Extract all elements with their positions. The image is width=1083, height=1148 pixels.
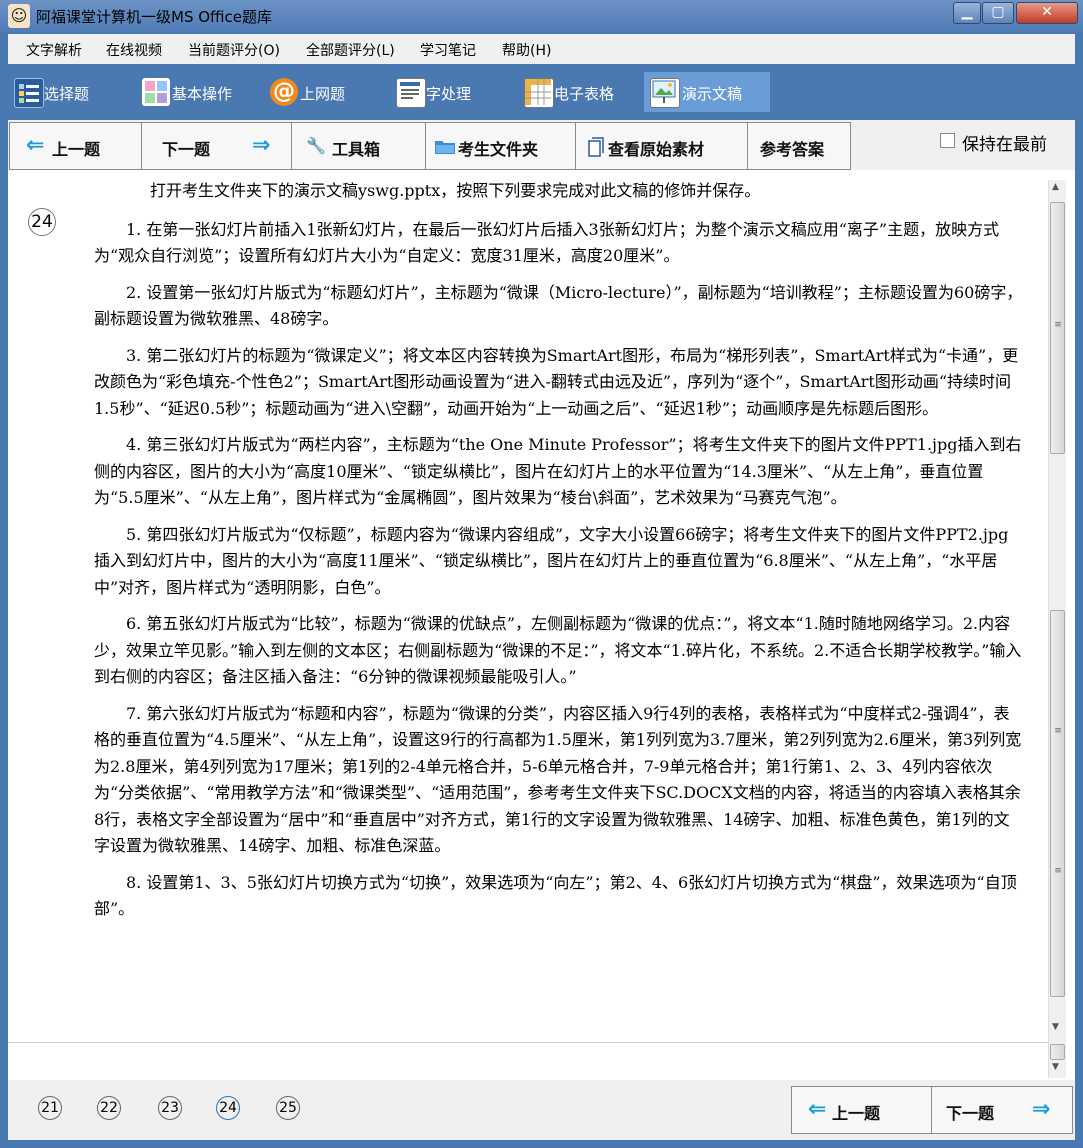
scroll-up-icon[interactable]: ▲ [1052, 182, 1059, 192]
question-step-7: 7. 第六张幻灯片版式为“标题和内容”，标题为“微课的分类”，内容区插入9行4列… [94, 703, 1022, 856]
question-panel: 24 打开考生文件夹下的演示文稿yswg.pptx，按照下列要求完成对此文稿的修… [8, 170, 1075, 1081]
tab-presentation-label: 演示文稿 [682, 85, 743, 103]
title-bar: ☺ 阿福课堂计算机一级MS Office题库 ▁ ▢ ✕ [0, 0, 1083, 32]
student-folder-button[interactable]: 考生文件夹 [425, 122, 577, 170]
keep-on-top-checkbox[interactable] [940, 133, 955, 148]
question-text: 打开考生文件夹下的演示文稿yswg.pptx，按照下列要求完成对此文稿的修饰并保… [94, 178, 1024, 933]
copy-icon [588, 137, 604, 161]
bottom-bar: 21 22 23 24 25 ⇐ 上一题 下一题 ⇒ [8, 1080, 1075, 1140]
bottom-next-button[interactable]: 下一题 ⇒ [931, 1086, 1073, 1134]
bottom-arrow-right-icon: ⇒ [1032, 1097, 1051, 1122]
bottom-arrow-left-icon: ⇐ [808, 1097, 827, 1122]
category-bar: 选择题 基本操作 @ 上网题 字处理 电子表格 演示文稿 [8, 64, 1075, 120]
upper-scroll-thumb-1[interactable]: ≡ [1050, 202, 1065, 454]
tab-basic-operation-label: 基本操作 [172, 85, 233, 103]
tab-choice[interactable]: 选择题 [10, 72, 120, 112]
menu-text-analysis[interactable]: 文字解析 [26, 40, 82, 60]
wrench-icon: 🔧 [306, 136, 326, 155]
scroll-down-icon[interactable]: ▼ [1052, 1022, 1059, 1032]
folder-icon [434, 137, 456, 159]
window-title: 阿福课堂计算机一级MS Office题库 [36, 8, 273, 26]
page-22[interactable]: 22 [97, 1096, 121, 1120]
upper-scroll-thumb-2[interactable]: ≡ ≡ [1050, 610, 1065, 997]
toolbar: ⇐ 上一题 下一题 ⇒ 🔧 工具箱 考生文件夹 查看原始素材 参考答案 保持在最… [8, 120, 1075, 170]
menu-score-all[interactable]: 全部题评分(L) [306, 40, 395, 60]
tab-internet[interactable]: @ 上网题 [266, 72, 376, 112]
question-step-3: 3. 第二张幻灯片的标题为“微课定义”；将文本区内容转换为SmartArt图形，… [94, 345, 1019, 418]
page-23[interactable]: 23 [158, 1096, 182, 1120]
close-button[interactable]: ✕ [1016, 2, 1078, 24]
menu-online-video[interactable]: 在线视频 [106, 40, 162, 60]
lower-scrollbar[interactable]: ▼ [1048, 1042, 1066, 1078]
app-logo-icon: ☺ [8, 4, 30, 28]
question-step-8: 8. 设置第1、3、5张幻灯片切换方式为“切换”，效果选项为“向左”；第2、4、… [94, 872, 1017, 919]
tab-choice-label: 选择题 [44, 85, 90, 103]
lower-pane [8, 1042, 1048, 1081]
tab-spreadsheet-label: 电子表格 [554, 85, 615, 103]
document-icon [396, 78, 426, 108]
page-25[interactable]: 25 [276, 1096, 300, 1120]
keep-on-top-label: 保持在最前 [962, 135, 1047, 155]
lower-scroll-thumb[interactable] [1050, 1044, 1065, 1060]
menu-study-notes[interactable]: 学习笔记 [420, 40, 476, 60]
question-number-badge: 24 [28, 208, 56, 236]
tab-word-processing-label: 字处理 [426, 85, 472, 103]
tab-spreadsheet[interactable]: 电子表格 [520, 72, 638, 112]
arrow-left-icon: ⇐ [26, 133, 45, 158]
question-step-2: 2. 设置第一张幻灯片版式为“标题幻灯片”，主标题为“微课（Micro-lect… [94, 282, 1023, 329]
maximize-button[interactable]: ▢ [982, 2, 1014, 24]
grid-icon [14, 78, 44, 108]
spreadsheet-icon [524, 78, 554, 108]
tab-presentation[interactable]: 演示文稿 [644, 72, 770, 112]
menu-bar: 文字解析 在线视频 当前题评分(O) 全部题评分(L) 学习笔记 帮助(H) [8, 34, 1075, 64]
presentation-icon [650, 78, 680, 108]
question-intro: 打开考生文件夹下的演示文稿yswg.pptx，按照下列要求完成对此文稿的修饰并保… [150, 181, 761, 200]
tab-word-processing[interactable]: 字处理 [392, 72, 502, 112]
next-question-button[interactable]: 下一题 ⇒ [141, 122, 293, 170]
question-step-5: 5. 第四张幻灯片版式为“仅标题”，标题内容为“微课内容组成”，文字大小设置66… [94, 524, 1009, 597]
page-24[interactable]: 24 [216, 1096, 240, 1120]
toolbox-button[interactable]: 🔧 工具箱 [291, 122, 427, 170]
page-21[interactable]: 21 [38, 1096, 62, 1120]
bottom-prev-button[interactable]: ⇐ 上一题 [791, 1086, 933, 1134]
minimize-button[interactable]: ▁ [953, 2, 981, 24]
question-step-4: 4. 第三张幻灯片版式为“两栏内容”，主标题为“the One Minute P… [94, 435, 1022, 507]
question-step-6: 6. 第五张幻灯片版式为“比较”，标题为“微课的优缺点”，左侧副标题为“微课的优… [94, 614, 1022, 686]
reference-answer-button[interactable]: 参考答案 [747, 122, 851, 170]
menu-score-current[interactable]: 当前题评分(O) [188, 40, 280, 60]
at-sign-icon: @ [270, 78, 298, 106]
lower-scroll-down-icon[interactable]: ▼ [1052, 1062, 1059, 1072]
view-material-button[interactable]: 查看原始素材 [575, 122, 749, 170]
arrow-right-icon: ⇒ [252, 133, 271, 158]
menu-help[interactable]: 帮助(H) [502, 40, 551, 60]
tab-basic-operation[interactable]: 基本操作 [138, 72, 258, 112]
tab-internet-label: 上网题 [300, 85, 346, 103]
upper-scrollbar[interactable]: ▲ ≡ ≡ ≡ ▼ [1048, 180, 1066, 1042]
color-tiles-icon [142, 78, 170, 106]
prev-question-button[interactable]: ⇐ 上一题 [9, 122, 143, 170]
question-step-1: 1. 在第一张幻灯片前插入1张新幻灯片，在最后一张幻灯片后插入3张新幻灯片；为整… [94, 219, 1000, 266]
